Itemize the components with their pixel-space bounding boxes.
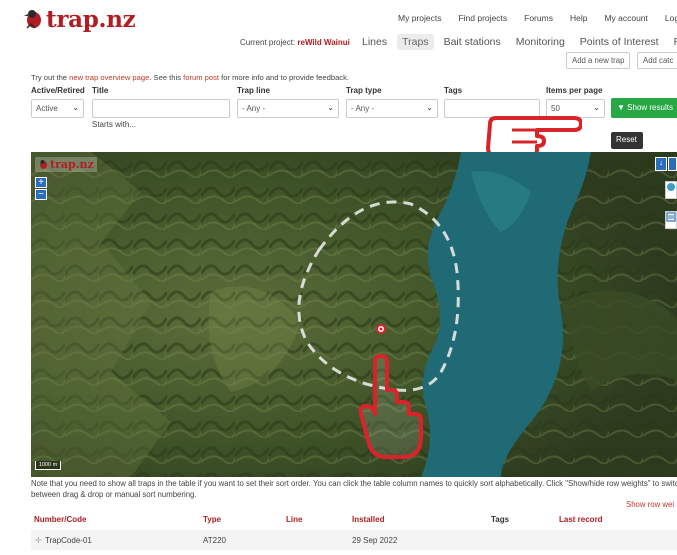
tags-label: Tags bbox=[444, 86, 463, 95]
tab-reports[interactable]: Repo bbox=[669, 34, 677, 50]
trap-line-select[interactable]: - Any - ⌄ bbox=[237, 99, 339, 118]
map-logo-text: trap.nz bbox=[50, 158, 94, 171]
add-trap-button[interactable]: Add a new trap bbox=[566, 52, 631, 69]
notice-after: for more info and to provide feedback. bbox=[218, 73, 349, 82]
current-project-prefix: Current project: bbox=[240, 38, 296, 47]
top-navigation: My projects Find projects Forums Help My… bbox=[398, 13, 677, 23]
logo[interactable]: trap.nz bbox=[23, 5, 136, 33]
reset-button[interactable]: Reset bbox=[611, 132, 643, 149]
current-project-name[interactable]: reWild Wainui bbox=[297, 38, 350, 47]
map-scale: 1000 m bbox=[35, 461, 61, 470]
trap-type-select[interactable]: - Any - ⌄ bbox=[346, 99, 438, 118]
nav-my-account[interactable]: My account bbox=[604, 13, 647, 23]
active-retired-label: Active/Retired bbox=[31, 86, 85, 95]
filter-icon: ▼ bbox=[617, 103, 625, 112]
bird-logo-icon bbox=[40, 160, 47, 169]
show-results-button[interactable]: ▼ Show results bbox=[611, 98, 677, 118]
title-input[interactable] bbox=[92, 99, 230, 118]
project-subnav: Lines Traps Bait stations Monitoring Poi… bbox=[357, 34, 677, 50]
trap-type-value: - Any - bbox=[351, 104, 375, 113]
nav-forums[interactable]: Forums bbox=[524, 13, 553, 23]
title-hint: Starts with... bbox=[92, 120, 137, 129]
trap-line-value: - Any - bbox=[242, 104, 266, 113]
show-row-weights-link[interactable]: Show row wei bbox=[626, 500, 674, 509]
map-options-icon[interactable] bbox=[665, 211, 677, 229]
trap-type-label: Trap type bbox=[346, 86, 382, 95]
column-header-tags: Tags bbox=[491, 515, 510, 524]
zoom-out-button[interactable]: − bbox=[35, 189, 47, 200]
map-logo: trap.nz bbox=[35, 157, 97, 172]
nav-my-projects[interactable]: My projects bbox=[398, 13, 441, 23]
column-header-last-record[interactable]: Last record bbox=[559, 515, 603, 527]
tab-bait-stations[interactable]: Bait stations bbox=[439, 34, 506, 50]
notice-text: Try out the new trap overview page. See … bbox=[31, 73, 349, 82]
show-results-label: Show results bbox=[627, 103, 673, 112]
forum-post-link[interactable]: forum post bbox=[183, 73, 219, 82]
satellite-map bbox=[31, 152, 677, 477]
chevron-down-icon: ⌄ bbox=[426, 103, 433, 112]
trap-type-cell: AT220 bbox=[203, 536, 226, 545]
trap-line-label: Trap line bbox=[237, 86, 270, 95]
column-header-number-code[interactable]: Number/Code bbox=[34, 515, 86, 527]
notice-before: Try out the bbox=[31, 73, 70, 82]
column-header-installed[interactable]: Installed bbox=[352, 515, 384, 527]
column-header-type[interactable]: Type bbox=[203, 515, 221, 527]
new-trap-overview-link[interactable]: new trap overview page bbox=[69, 73, 149, 82]
sort-order-note: Note that you need to show all traps in … bbox=[31, 479, 677, 499]
active-retired-value: Active bbox=[36, 104, 58, 113]
add-catch-button[interactable]: Add catc bbox=[637, 52, 677, 69]
nav-log[interactable]: Log bbox=[665, 13, 677, 23]
items-per-page-label: Items per page bbox=[546, 86, 603, 95]
download-icon[interactable]: ↓ bbox=[655, 157, 667, 171]
chevron-down-icon: ⌄ bbox=[593, 103, 600, 112]
nav-find-projects[interactable]: Find projects bbox=[458, 13, 507, 23]
fullscreen-icon[interactable] bbox=[668, 157, 677, 171]
trap-map[interactable] bbox=[31, 152, 677, 477]
bird-logo-icon bbox=[24, 10, 41, 29]
drag-handle-icon[interactable]: ✛ bbox=[35, 536, 42, 545]
logo-text: trap.nz bbox=[46, 5, 136, 33]
tab-points-of-interest[interactable]: Points of Interest bbox=[575, 34, 664, 50]
pointing-hand-annotation-icon bbox=[486, 116, 582, 157]
chevron-down-icon: ⌄ bbox=[72, 103, 79, 112]
tab-lines[interactable]: Lines bbox=[357, 34, 392, 50]
tab-monitoring[interactable]: Monitoring bbox=[511, 34, 570, 50]
zoom-in-button[interactable]: + bbox=[35, 177, 47, 188]
nav-help[interactable]: Help bbox=[570, 13, 587, 23]
notice-middle: . See this bbox=[149, 73, 184, 82]
trap-code-link[interactable]: TrapCode-01 bbox=[45, 536, 92, 545]
active-retired-select[interactable]: Active ⌄ bbox=[31, 99, 84, 118]
layers-icon[interactable] bbox=[665, 181, 677, 199]
chevron-down-icon: ⌄ bbox=[327, 103, 334, 112]
column-header-line[interactable]: Line bbox=[286, 515, 302, 527]
tab-traps[interactable]: Traps bbox=[397, 34, 434, 50]
title-label: Title bbox=[92, 86, 109, 95]
current-project: Current project: reWild Wainui bbox=[240, 38, 350, 47]
installed-cell: 29 Sep 2022 bbox=[352, 536, 398, 545]
